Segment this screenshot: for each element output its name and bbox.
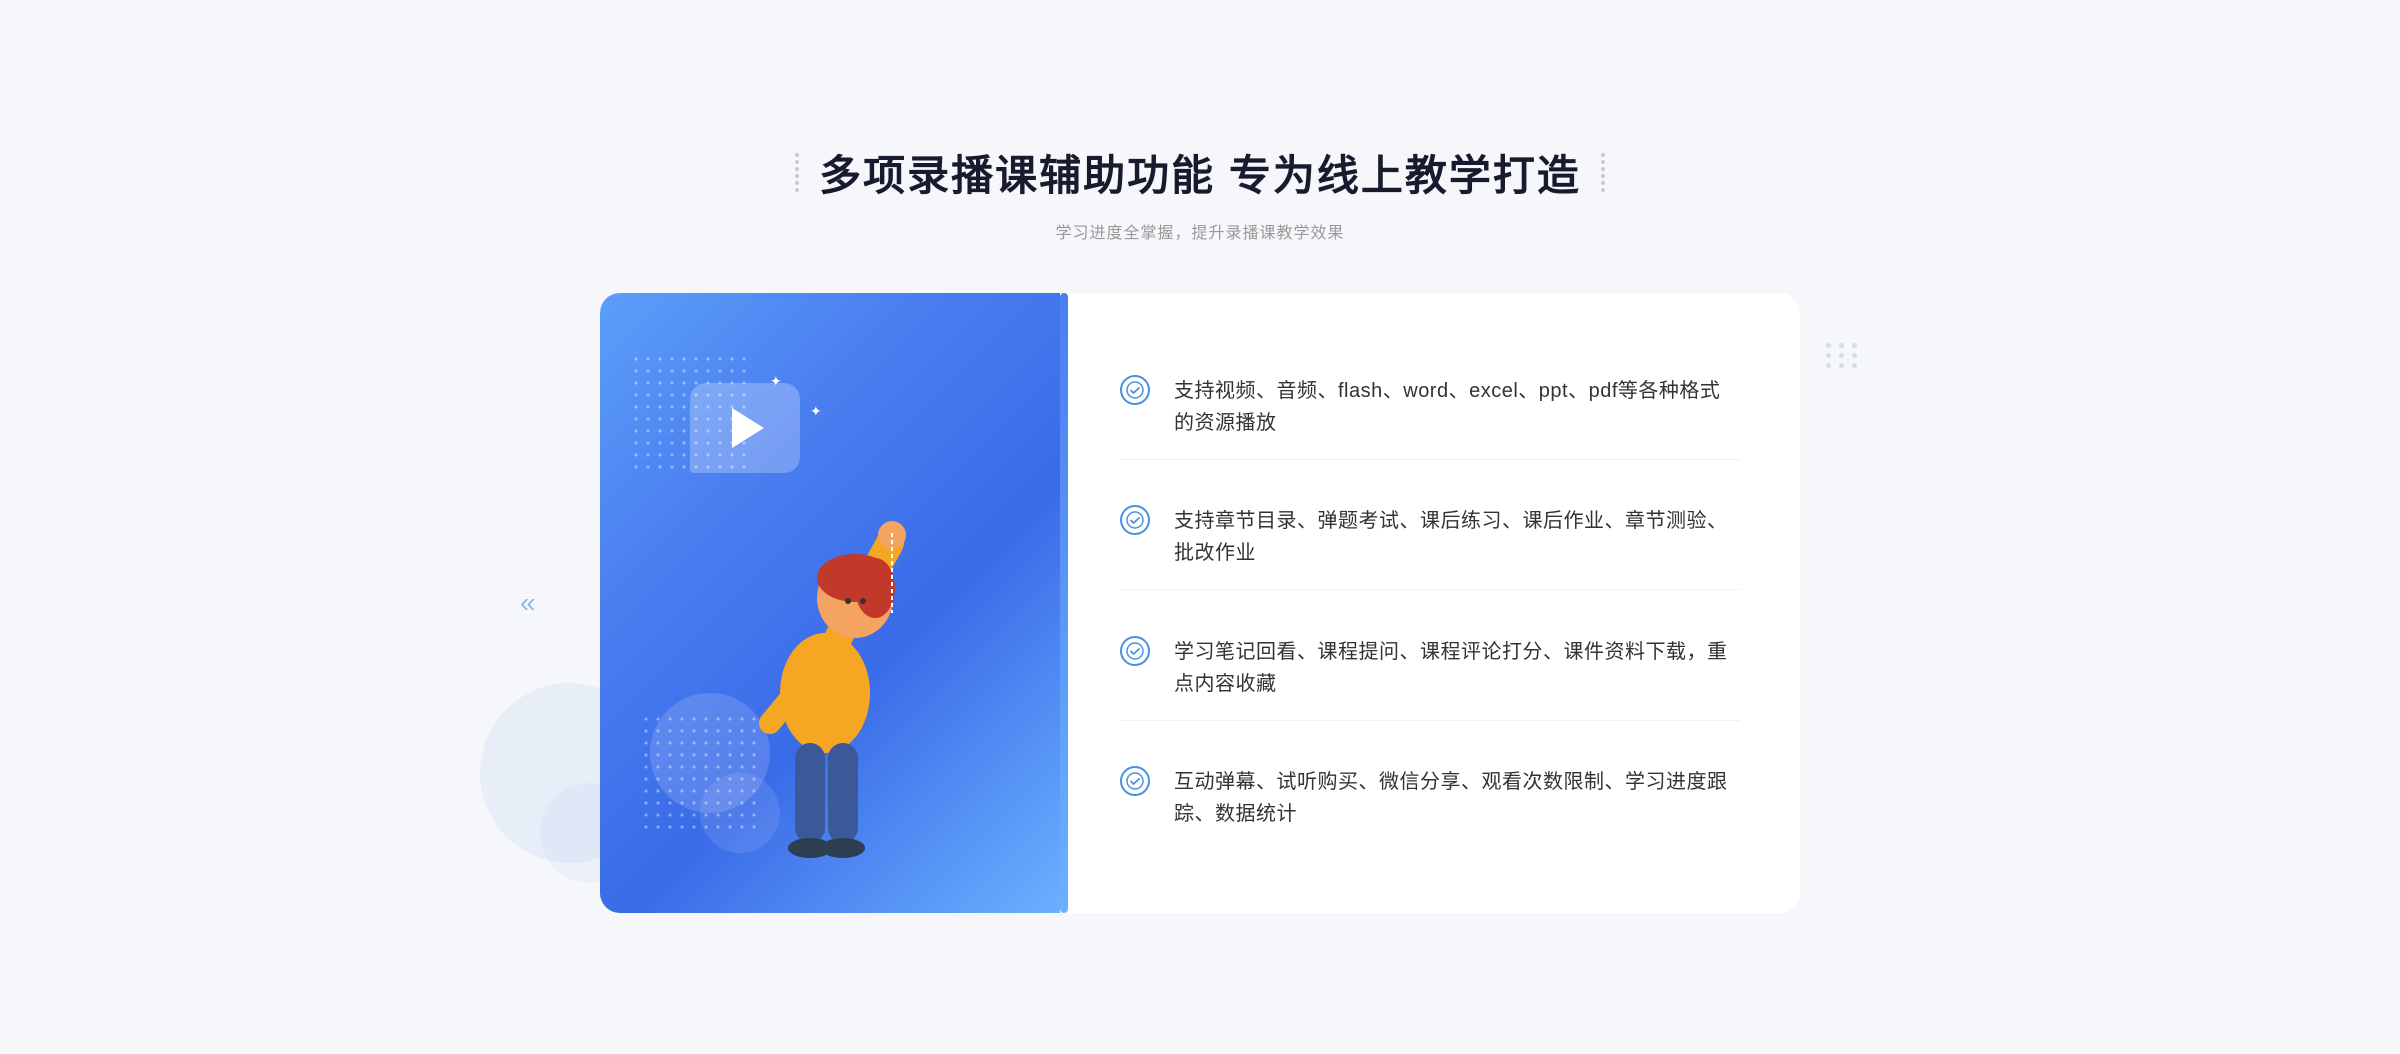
feature-text-1: 支持视频、音频、flash、word、excel、ppt、pdf等各种格式的资源… (1174, 375, 1740, 439)
blue-accent-bar (1060, 293, 1068, 913)
sparkle-1: ✦ (770, 373, 782, 390)
check-icon-4 (1120, 766, 1150, 796)
feature-text-2: 支持章节目录、弹题考试、课后练习、课后作业、章节测验、批改作业 (1174, 505, 1740, 569)
page-subtitle: 学习进度全掌握，提升录播课教学效果 (795, 219, 1605, 243)
right-separator-icon (1601, 153, 1605, 192)
top-right-dots-decoration (1826, 343, 1860, 368)
person-illustration (670, 413, 990, 913)
feature-item-1: 支持视频、音频、flash、word、excel、ppt、pdf等各种格式的资源… (1120, 355, 1740, 460)
page-container: 多项录播课辅助功能 专为线上教学打造 学习进度全掌握，提升录播课教学效果 « ✦… (0, 40, 2400, 1014)
content-area: « ✦ ✦ (600, 293, 1800, 913)
left-arrows-decoration: « (520, 587, 536, 619)
feature-text-4: 互动弹幕、试听购买、微信分享、观看次数限制、学习进度跟踪、数据统计 (1174, 766, 1740, 830)
header-section: 多项录播课辅助功能 专为线上教学打造 学习进度全掌握，提升录播课教学效果 (795, 142, 1605, 243)
illustration-panel: ✦ ✦ (600, 293, 1060, 913)
header-title-row: 多项录播课辅助功能 专为线上教学打造 (795, 142, 1605, 203)
features-panel: 支持视频、音频、flash、word、excel、ppt、pdf等各种格式的资源… (1060, 293, 1800, 913)
check-icon-2 (1120, 505, 1150, 535)
feature-item-4: 互动弹幕、试听购买、微信分享、观看次数限制、学习进度跟踪、数据统计 (1120, 746, 1740, 850)
check-icon-3 (1120, 636, 1150, 666)
left-separator-icon (795, 153, 799, 192)
feature-text-3: 学习笔记回看、课程提问、课程评论打分、课件资料下载，重点内容收藏 (1174, 636, 1740, 700)
page-title: 多项录播课辅助功能 专为线上教学打造 (819, 142, 1581, 203)
feature-item-2: 支持章节目录、弹题考试、课后练习、课后作业、章节测验、批改作业 (1120, 485, 1740, 590)
check-icon-1 (1120, 375, 1150, 405)
feature-item-3: 学习笔记回看、课程提问、课程评论打分、课件资料下载，重点内容收藏 (1120, 616, 1740, 721)
